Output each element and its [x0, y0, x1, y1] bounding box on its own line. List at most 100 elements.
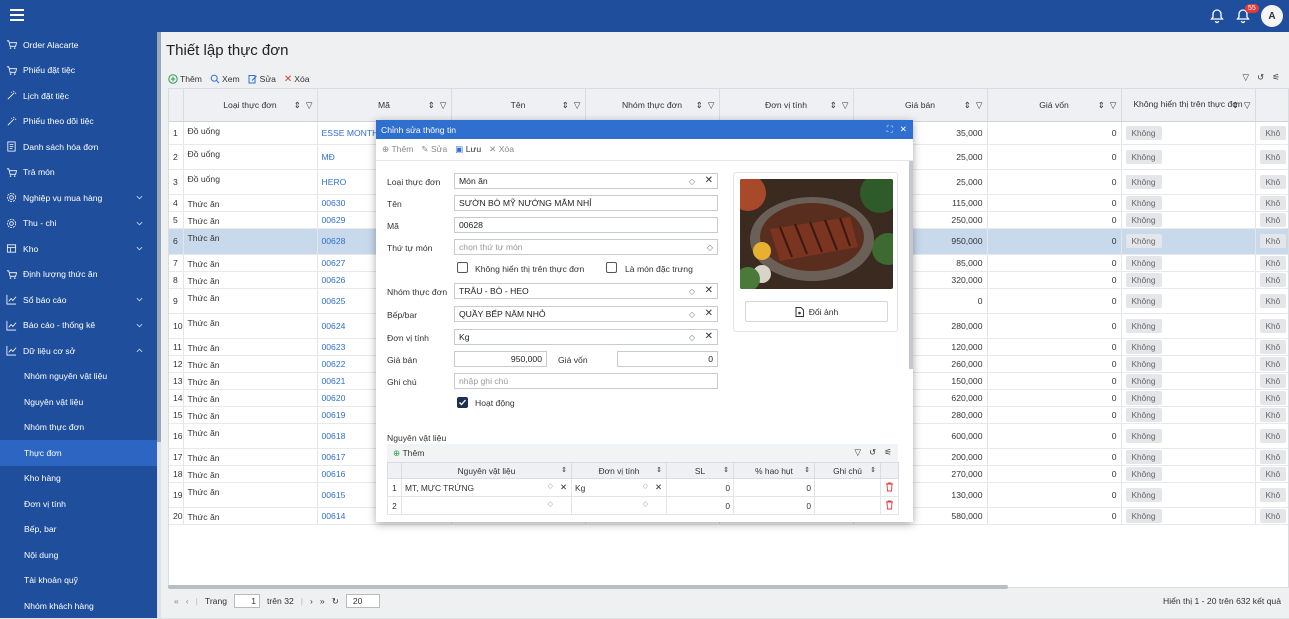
material-unit-select[interactable]: Kg ◇ ✕ [571, 478, 667, 497]
sidebar-item-dinh-luong-thuc-an[interactable]: Định lượng thức ăn [0, 262, 157, 288]
note-input[interactable]: nhập ghi chú [454, 373, 718, 389]
sidebar-subitem-7[interactable]: Nội dung [0, 542, 157, 568]
filter-icon[interactable]: ▽ [854, 447, 861, 458]
column-header[interactable]: Tên ⇕ ▽ [451, 89, 586, 122]
prev-page-icon[interactable]: ‹ [186, 596, 189, 606]
sort-icon[interactable]: ⇕ [870, 466, 876, 474]
settings-sliders-icon[interactable]: ⚟ [1272, 72, 1280, 83]
sort-icon[interactable]: ⇕ [696, 100, 703, 111]
sidebar-item-danh-sach-hoa-don[interactable]: Danh sách hóa đơn [0, 134, 157, 160]
sort-icon[interactable]: ⇕ [830, 100, 837, 111]
settings-sliders-icon[interactable]: ⚟ [884, 447, 892, 458]
price-input[interactable]: 950,000 [454, 351, 547, 367]
sort-icon[interactable]: ⇕ [428, 100, 435, 111]
materials-column-header[interactable]: Nguyên vật liệu ⇕ [401, 462, 572, 479]
filter-icon[interactable]: ▽ [708, 100, 715, 111]
sidebar-item-du-lieu-co-so[interactable]: Dữ liệu cơ sở [0, 338, 157, 364]
delete-button[interactable]: ✕ Xóa [284, 74, 310, 85]
last-page-icon[interactable]: » [320, 596, 325, 606]
menu-icon[interactable] [10, 9, 24, 21]
column-header[interactable]: Giá vốn ⇕ ▽ [987, 89, 1122, 122]
delete-row-button[interactable] [880, 478, 899, 497]
order-select[interactable]: chọn thứ tự món ◇ [454, 239, 718, 255]
column-header[interactable]: Loại thực đơn ⇕ ▽ [183, 89, 318, 122]
materials-column-header[interactable]: % hao hụt ⇕ [733, 462, 815, 479]
column-header[interactable]: Mã ⇕ ▽ [317, 89, 452, 122]
sort-icon[interactable]: ⇕ [723, 466, 729, 474]
filter-icon[interactable]: ▽ [1110, 100, 1117, 111]
sort-icon[interactable]: ⇕ [656, 466, 662, 474]
sidebar-item-phieu-theo-doi-tiec[interactable]: Phiếu theo dõi tiệc [0, 109, 157, 135]
sidebar-item-lich-dat-tiec[interactable]: Lịch đặt tiệc [0, 83, 157, 109]
sidebar-subitem-1[interactable]: Nguyên vật liệu [0, 389, 157, 415]
dialog-add-button[interactable]: ⊕ Thêm [382, 144, 413, 155]
sidebar-subitem-0[interactable]: Nhóm nguyên vật liệu [0, 364, 157, 390]
close-icon[interactable]: ✕ [900, 124, 907, 135]
active-checkbox[interactable] [457, 397, 468, 408]
clear-icon[interactable]: ✕ [655, 482, 662, 492]
change-image-button[interactable]: Đổi ảnh [745, 301, 888, 322]
column-header[interactable]: Đơn vị tính ⇕ ▽ [719, 89, 854, 122]
sidebar-item-nghiep-vu-mua-hang[interactable]: Nghiệp vụ mua hàng [0, 185, 157, 211]
materials-row[interactable]: 1 MT, MỰC TRỨNG ◇ ✕ Kg ◇ ✕ 0 0 [387, 478, 899, 497]
column-header[interactable]: Giá bán ⇕ ▽ [853, 89, 988, 122]
page-size-select[interactable]: 20 [345, 594, 380, 608]
first-page-icon[interactable]: « [174, 596, 179, 606]
clear-icon[interactable]: ✕ [560, 482, 567, 492]
notification-bell-icon[interactable]: 55 [1235, 4, 1259, 24]
material-select[interactable]: MT, MỰC TRỨNG ◇ ✕ [401, 478, 572, 497]
special-checkbox[interactable] [606, 262, 617, 273]
kitchen-select[interactable]: QUẦY BẾP NĂM NHỎ ◇ ✕ [454, 306, 718, 322]
filter-icon[interactable]: ▽ [306, 100, 313, 111]
sidebar-item-bao-cao-thong-ke[interactable]: Báo cáo - thống kê [0, 313, 157, 339]
materials-row[interactable]: 2 ◇ ◇ 0 0 [387, 496, 899, 515]
sidebar-item-order-alacarte[interactable]: Order Alacarte [0, 32, 157, 58]
material-note-input[interactable] [814, 478, 881, 497]
sort-icon[interactable]: ⇕ [964, 100, 971, 111]
group-select[interactable]: TRÂU - BÒ - HEO ◇ ✕ [454, 283, 718, 299]
dialog-edit-button[interactable]: ✎ Sửa [421, 144, 447, 155]
history-icon[interactable]: ↺ [1257, 72, 1264, 83]
material-qty-input[interactable]: 0 [666, 478, 734, 497]
dialog-save-button[interactable]: ▣ Lưu [455, 144, 481, 155]
sort-icon[interactable]: ⇕ [1098, 100, 1105, 111]
hide-checkbox[interactable] [457, 262, 468, 273]
dialog-scrollbar[interactable] [909, 161, 913, 369]
delete-row-button[interactable] [880, 496, 899, 515]
sidebar-subitem-5[interactable]: Đơn vị tính [0, 491, 157, 517]
filter-icon[interactable]: ▽ [1244, 100, 1251, 111]
sort-icon[interactable]: ⇕ [562, 100, 569, 111]
filter-icon[interactable]: ▽ [440, 100, 447, 111]
avatar[interactable]: A [1261, 5, 1283, 27]
sidebar-item-tra-mon[interactable]: Trả món [0, 160, 157, 186]
column-header[interactable]: Nhóm thực đơn ⇕ ▽ [585, 89, 720, 122]
materials-column-header[interactable]: Đơn vị tính ⇕ [571, 462, 667, 479]
sort-icon[interactable]: ⇕ [804, 466, 810, 474]
history-icon[interactable]: ↺ [869, 447, 876, 458]
material-select[interactable]: ◇ [401, 496, 572, 515]
maximize-icon[interactable]: ⛶ [887, 124, 893, 135]
material-note-input[interactable] [814, 496, 881, 515]
sidebar-item-kho[interactable]: Kho [0, 236, 157, 262]
sidebar-item-so-bao-cao[interactable]: Sổ báo cáo [0, 287, 157, 313]
sidebar-subitem-9[interactable]: Nhóm khách hàng [0, 593, 157, 619]
column-header[interactable]: Không hiển thị trên thực đơn ⇕ ▽ [1121, 89, 1256, 122]
materials-column-header[interactable]: SL ⇕ [666, 462, 734, 479]
sort-icon[interactable]: ⇕ [561, 466, 567, 474]
sort-icon[interactable]: ⇕ [1232, 100, 1239, 111]
sidebar-subitem-8[interactable]: Tài khoản quỹ [0, 568, 157, 594]
filter-icon[interactable]: ▽ [842, 100, 849, 111]
sidebar-subitem-4[interactable]: Kho hàng [0, 466, 157, 492]
sidebar-subitem-2[interactable]: Nhóm thực đơn [0, 415, 157, 441]
materials-column-header[interactable]: Ghi chú ⇕ [814, 462, 881, 479]
view-button[interactable]: Xem [210, 74, 240, 84]
name-input[interactable]: SƯỜN BÒ MỸ NƯỚNG MẮM NHỈ [454, 195, 718, 211]
materials-add-button[interactable]: ⊕ Thêm [393, 448, 424, 459]
edit-button[interactable]: Sửa [248, 74, 276, 84]
sidebar-subitem-3[interactable]: Thực đơn [0, 440, 157, 466]
refresh-icon[interactable]: ↻ [332, 596, 339, 607]
dialog-delete-button[interactable]: ✕ Xóa [489, 144, 514, 155]
sort-icon[interactable]: ⇕ [294, 100, 301, 111]
sidebar-subitem-6[interactable]: Bếp, bar [0, 517, 157, 543]
next-page-icon[interactable]: › [310, 596, 313, 606]
